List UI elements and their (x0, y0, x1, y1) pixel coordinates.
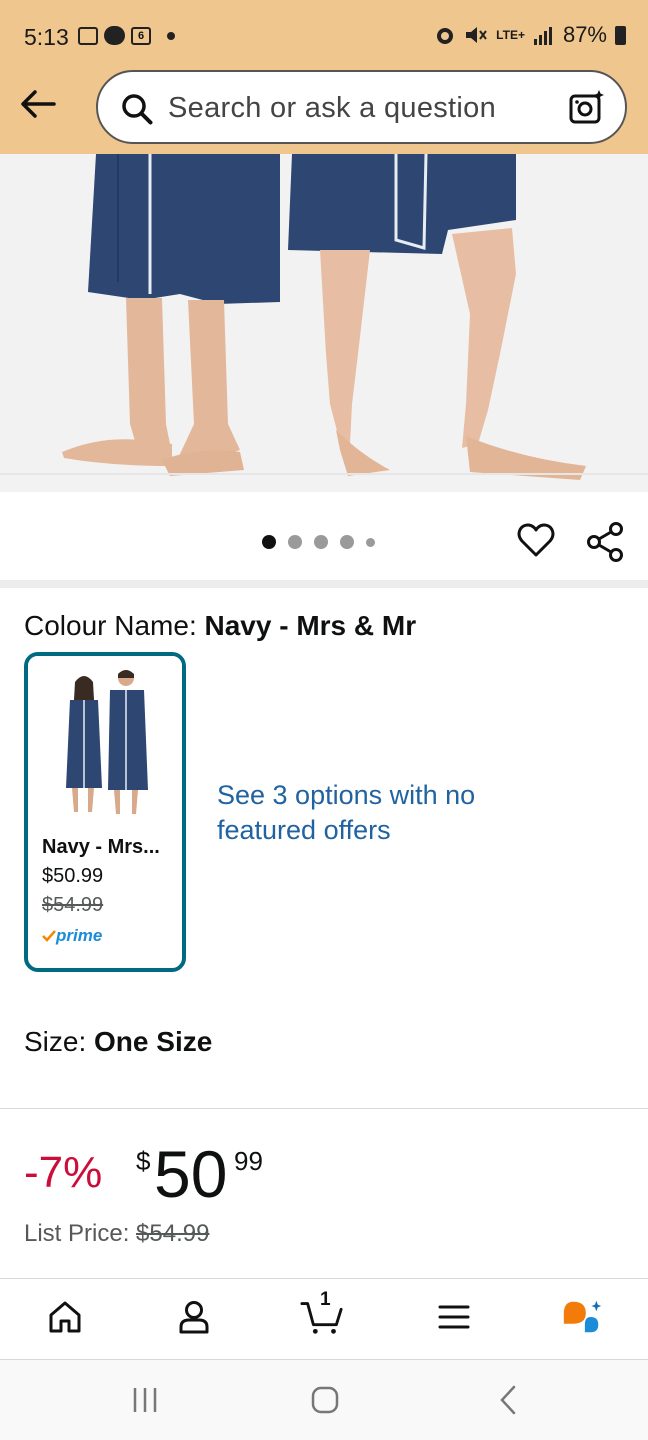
carousel-dot[interactable] (288, 535, 302, 549)
status-notification-icons: 6 (78, 26, 175, 45)
price-whole: 50 (154, 1137, 228, 1211)
price-divider (0, 1108, 648, 1109)
camera-search-icon[interactable] (567, 88, 607, 128)
battery-percent: 87% (562, 22, 607, 47)
colour-swatch-navy[interactable]: Navy - Mrs... $50.99 $54.99 prime (24, 652, 186, 972)
list-price: List Price: $54.99 (24, 1220, 209, 1248)
prime-badge: prime (42, 926, 102, 946)
home-system-icon[interactable] (310, 1384, 340, 1416)
arrow-left-icon (21, 90, 56, 118)
recent-apps-icon[interactable] (130, 1384, 160, 1416)
gallery-notification-icon (78, 26, 98, 45)
more-options-link[interactable]: See 3 options with no featured offers (217, 778, 477, 848)
search-header: Search or ask a question (0, 70, 648, 154)
home-icon (49, 1301, 81, 1333)
colour-label-text: Colour Name: (24, 610, 197, 641)
back-system-icon[interactable] (494, 1384, 524, 1416)
swatch-name: Navy - Mrs... (42, 836, 160, 858)
chat-notification-icon (104, 26, 125, 45)
swatch-old-price: $54.99 (42, 894, 104, 916)
section-divider (0, 580, 648, 588)
prime-text: prime (56, 926, 103, 945)
status-bar: 5:13 6 LTE+ 87% (0, 0, 648, 70)
carousel-dot[interactable] (314, 535, 328, 549)
nav-cart[interactable]: 1 (300, 1289, 344, 1339)
nav-home[interactable] (43, 1295, 87, 1339)
list-price-value: $54.99 (136, 1220, 210, 1247)
carousel-dot[interactable] (366, 537, 375, 547)
status-time: 5:13 (24, 24, 69, 50)
back-button[interactable] (18, 84, 58, 124)
size-value: One Size (94, 1026, 213, 1057)
carousel-dot[interactable] (262, 535, 276, 549)
nav-menu[interactable] (432, 1295, 476, 1339)
system-navigation-bar (0, 1360, 648, 1440)
swatch-photo (28, 656, 182, 822)
colour-selected-value: Navy - Mrs & Mr (204, 610, 417, 641)
carousel-indicator[interactable] (262, 535, 375, 549)
mute-icon (466, 27, 487, 43)
nav-account[interactable] (172, 1295, 216, 1339)
size-label-text: Size: (24, 1026, 87, 1057)
battery-icon (615, 25, 626, 45)
menu-icon (438, 1305, 470, 1329)
list-price-label: List Price: (24, 1220, 130, 1247)
search-placeholder: Search or ask a question (168, 92, 496, 124)
cart-count-badge: 1 (320, 1289, 331, 1310)
nav-rufus[interactable] (560, 1295, 604, 1339)
carousel-dot[interactable] (340, 535, 354, 549)
share-icon[interactable] (586, 522, 624, 562)
price-fraction: 99 (234, 1146, 263, 1176)
discount-percent: -7% (24, 1148, 103, 1197)
size-label: Size: One Size (24, 1026, 212, 1058)
image-controls (0, 492, 648, 580)
prime-check-icon (42, 930, 56, 942)
status-system-icons: LTE+ 87% (434, 22, 626, 48)
swatch-image (28, 656, 182, 822)
swatch-price: $50.99 (42, 865, 104, 887)
heart-icon[interactable] (517, 522, 555, 558)
price-currency: $ (136, 1146, 151, 1176)
network-type: LTE+ (496, 28, 525, 42)
search-icon (122, 94, 153, 125)
bottom-navigation: 1 (0, 1278, 648, 1360)
signal-icon (533, 27, 552, 45)
rufus-icon (563, 1300, 602, 1333)
alarm-icon (437, 28, 454, 44)
product-image[interactable] (0, 154, 648, 492)
colour-name-label: Colour Name: Navy - Mrs & Mr (24, 610, 416, 642)
product-photo (0, 154, 648, 492)
account-icon (179, 1301, 209, 1334)
search-input[interactable]: Search or ask a question (96, 70, 627, 144)
more-notifications-icon (167, 31, 175, 40)
calendar-notification-icon: 6 (131, 26, 151, 45)
